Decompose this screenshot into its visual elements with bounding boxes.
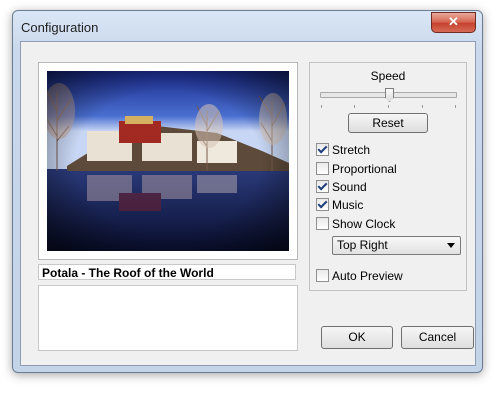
checkbox-label: Music	[332, 198, 364, 212]
checkbox-label: Proportional	[332, 162, 397, 176]
reset-button[interactable]: Reset	[348, 113, 428, 133]
show-clock-checkbox[interactable]: Show Clock	[316, 217, 395, 233]
speed-label: Speed	[370, 69, 406, 83]
slider-tick	[388, 105, 389, 108]
dialog-body: Potala - The Roof of the World Speed Res…	[20, 41, 476, 366]
auto-preview-checkbox[interactable]: Auto Preview	[316, 269, 403, 285]
proportional-checkbox[interactable]: Proportional	[316, 162, 397, 178]
music-checkbox[interactable]: Music	[316, 198, 363, 214]
clock-position-select[interactable]: Top Right	[332, 236, 461, 255]
checkbox-label: Stretch	[332, 143, 371, 157]
speed-slider-thumb[interactable]	[385, 88, 394, 102]
image-caption: Potala - The Roof of the World	[38, 264, 296, 280]
checkbox-label: Auto Preview	[332, 269, 403, 283]
image-preview-frame	[38, 62, 298, 260]
window-title: Configuration	[21, 20, 99, 35]
description-box[interactable]	[38, 285, 298, 351]
stretch-checkbox[interactable]: Stretch	[316, 143, 370, 159]
clock-position-value: Top Right	[337, 238, 388, 252]
checkbox-box[interactable]	[316, 143, 329, 156]
options-panel: Speed Reset Stretch Proportional Sound M…	[309, 62, 467, 291]
checkbox-box[interactable]	[316, 180, 329, 193]
ok-button[interactable]: OK	[321, 326, 393, 349]
slider-tick	[321, 105, 322, 108]
chevron-down-icon	[447, 243, 455, 248]
sound-checkbox[interactable]: Sound	[316, 180, 367, 196]
close-button[interactable]: ✕	[431, 12, 476, 33]
checkbox-box[interactable]	[316, 162, 329, 175]
checkbox-label: Sound	[332, 180, 367, 194]
potala-photo	[47, 71, 289, 251]
configuration-window: Configuration ✕ Potala - The Roof of the…	[12, 10, 483, 373]
checkbox-box[interactable]	[316, 217, 329, 230]
cancel-button[interactable]: Cancel	[401, 326, 474, 349]
checkbox-label: Show Clock	[332, 217, 396, 231]
checkbox-box[interactable]	[316, 198, 329, 211]
slider-tick	[422, 105, 423, 108]
close-icon: ✕	[448, 14, 459, 29]
slider-tick	[455, 105, 456, 108]
slider-tick	[354, 105, 355, 108]
checkbox-box[interactable]	[316, 269, 329, 282]
